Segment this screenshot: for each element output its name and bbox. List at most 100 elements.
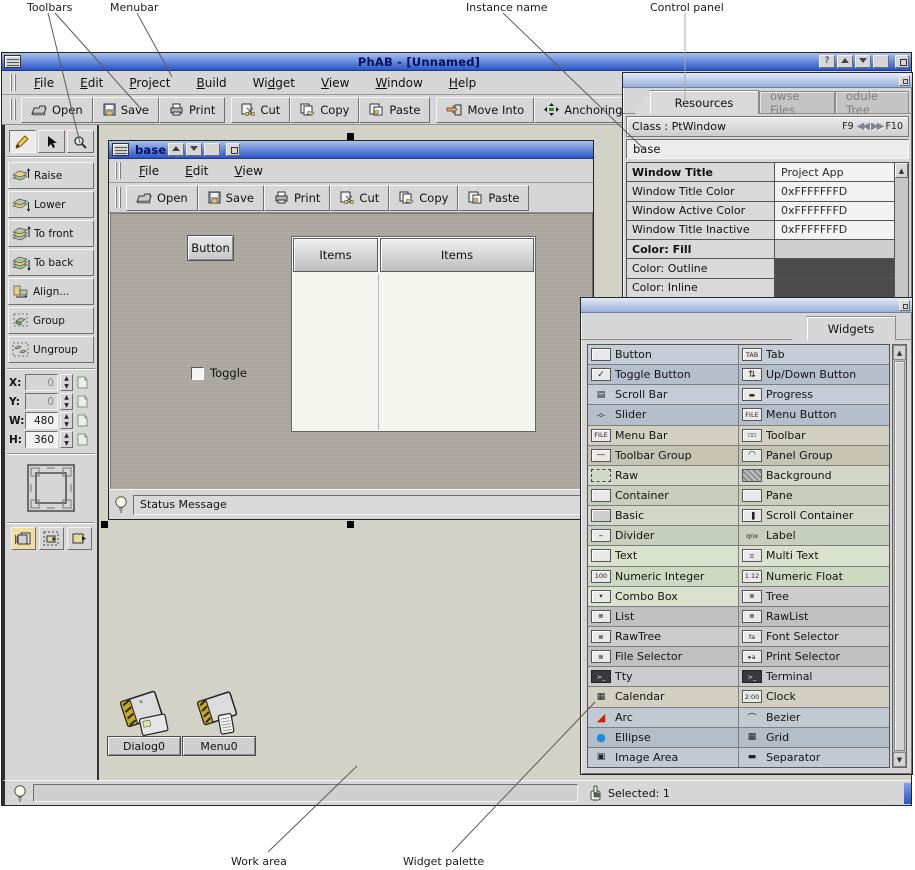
move-into-button[interactable]: Move Into — [436, 97, 534, 123]
control-panel-collapse-button[interactable] — [899, 75, 910, 86]
paste-button[interactable]: Paste — [359, 97, 430, 123]
property-row[interactable]: Color: Fill — [627, 240, 894, 259]
minimize-button[interactable] — [837, 55, 853, 68]
canvas-button-widget[interactable]: Button — [187, 235, 234, 261]
design-restore-button[interactable] — [204, 143, 220, 156]
property-row[interactable]: Color: Inline — [627, 279, 894, 297]
palette-item-button[interactable]: Button — [588, 345, 739, 364]
show-module-button[interactable] — [67, 527, 92, 550]
control-panel-titlebar[interactable] — [623, 73, 912, 88]
palette-item-scroll-container[interactable]: ▐Scroll Container — [739, 506, 889, 525]
design-titlebar[interactable]: base — [109, 141, 593, 159]
design-save-button[interactable]: Save — [198, 185, 264, 211]
palette-item-scroll-bar[interactable]: ▤Scroll Bar — [588, 385, 739, 404]
maximize-button[interactable] — [855, 55, 871, 68]
h-stepper[interactable]: ▲▼ — [60, 431, 73, 448]
palette-item-basic[interactable]: Basic — [588, 506, 739, 525]
module-menu0-label[interactable]: Menu0 — [182, 736, 256, 756]
instance-name-input[interactable]: base — [626, 139, 909, 159]
x-field[interactable] — [25, 374, 58, 391]
palette-item-arc[interactable]: ◢Arc — [588, 708, 739, 727]
menu-widget[interactable]: Widget — [240, 74, 308, 92]
design-open-button[interactable]: Open — [126, 185, 198, 211]
select-tool-button[interactable] — [38, 130, 65, 153]
palette-item-divider[interactable]: –Divider — [588, 526, 739, 545]
palette-item-multi-text[interactable]: ≡Multi Text — [739, 546, 889, 565]
menubar-drag-handle[interactable] — [10, 74, 17, 90]
tab-resources[interactable]: Resources — [649, 90, 759, 114]
raise-button[interactable]: Raise — [8, 162, 94, 189]
palette-item-bezier[interactable]: ⌒Bezier — [739, 708, 889, 727]
property-row[interactable]: Window Active Color0xFFFFFFFD — [627, 202, 894, 221]
palette-item-calendar[interactable]: ▦Calendar — [588, 687, 739, 706]
palette-item-image-area[interactable]: ▣Image Area — [588, 748, 739, 767]
palette-item-toolbar[interactable]: ▫▫Toolbar — [739, 426, 889, 445]
print-button[interactable]: Print — [159, 97, 225, 123]
widget-palette-scrollbar[interactable]: ▲ ▼ — [892, 344, 907, 768]
window-menu-icon[interactable] — [4, 55, 21, 68]
y-lock-icon[interactable] — [75, 394, 89, 409]
w-lock-icon[interactable] — [75, 413, 89, 428]
next-class-icon[interactable]: ▶▶ — [871, 121, 882, 132]
design-canvas[interactable]: Button Items Items Toggle — [110, 213, 592, 489]
resize-handle-top[interactable] — [347, 133, 354, 140]
window-resize-grip[interactable] — [904, 783, 911, 804]
anchor-preview[interactable] — [7, 454, 95, 523]
h-field[interactable] — [25, 431, 58, 448]
palette-item-container[interactable]: Container — [588, 486, 739, 505]
menu-build[interactable]: Build — [184, 74, 240, 92]
menu-project[interactable]: Project — [116, 74, 183, 92]
h-lock-icon[interactable] — [75, 432, 89, 447]
module-menu0[interactable]: Menu0 — [182, 688, 256, 756]
modules-view-button[interactable] — [11, 527, 36, 550]
property-row[interactable]: Color: Outline — [627, 259, 894, 278]
design-cut-button[interactable]: Cut — [330, 185, 389, 211]
y-field[interactable] — [25, 393, 58, 410]
ungroup-button[interactable]: Ungroup — [8, 336, 94, 363]
palette-item-separator[interactable]: ▬Separator — [739, 748, 889, 767]
restore-button[interactable] — [873, 55, 889, 68]
property-row[interactable]: Window TitleProject App — [627, 163, 894, 182]
property-row[interactable]: Window Title Color0xFFFFFFFD — [627, 182, 894, 201]
palette-item-toggle-button[interactable]: ✓Toggle Button — [588, 365, 739, 384]
y-stepper[interactable]: ▲▼ — [60, 393, 73, 410]
palette-item-list[interactable]: ≣List — [588, 607, 739, 626]
resize-handle-bottom-left[interactable] — [101, 521, 108, 528]
scrollbar-thumb[interactable] — [894, 361, 905, 751]
design-menu-edit[interactable]: Edit — [172, 162, 221, 180]
scroll-down-icon[interactable]: ▼ — [893, 752, 906, 767]
to-back-button[interactable]: To back — [8, 249, 94, 276]
select-module-button[interactable] — [39, 527, 64, 550]
menu-help[interactable]: Help — [436, 74, 489, 92]
menu-view[interactable]: View — [308, 74, 363, 92]
palette-item-progress[interactable]: ▬Progress — [739, 385, 889, 404]
align-button[interactable]: Align... — [8, 278, 94, 305]
palette-item-combo-box[interactable]: ▾Combo Box — [588, 587, 739, 606]
copy-button[interactable]: Copy — [290, 97, 359, 123]
palette-item-tab[interactable]: TABTab — [739, 345, 889, 364]
palette-item-toolbar-group[interactable]: —Toolbar Group — [588, 446, 739, 465]
to-front-button[interactable]: To front — [8, 220, 94, 247]
scroll-up-icon[interactable]: ▲ — [893, 345, 906, 360]
palette-item-menu-button[interactable]: FILEMenu Button — [739, 405, 889, 424]
palette-item-clock[interactable]: 2:00Clock — [739, 687, 889, 706]
palette-item-rawtree[interactable]: ≣RawTree — [588, 627, 739, 646]
palette-item-background[interactable]: Background — [739, 466, 889, 485]
canvas-list-widget[interactable]: Items Items — [291, 236, 536, 432]
palette-item-grid[interactable]: ▦Grid — [739, 728, 889, 747]
design-close-button[interactable] — [226, 143, 240, 156]
design-paste-button[interactable]: Paste — [458, 185, 529, 211]
module-dialog0[interactable]: Dialog0 — [107, 688, 181, 756]
tab-module-tree[interactable]: odule Tree — [835, 91, 909, 113]
palette-item-menu-bar[interactable]: FILEMenu Bar — [588, 426, 739, 445]
menu-edit[interactable]: Edit — [67, 74, 116, 92]
design-menubar-drag-handle[interactable] — [115, 162, 122, 178]
palette-item-slider[interactable]: -o-Slider — [588, 405, 739, 424]
design-menu-file[interactable]: File — [126, 162, 172, 180]
palette-item-numeric-float[interactable]: 1.12Numeric Float — [739, 567, 889, 586]
design-window-menu-icon[interactable] — [112, 143, 129, 156]
cut-button[interactable]: Cut — [231, 97, 290, 123]
design-print-button[interactable]: Print — [264, 185, 330, 211]
widget-palette-titlebar[interactable] — [581, 298, 912, 313]
help-button[interactable]: ? — [819, 55, 835, 68]
